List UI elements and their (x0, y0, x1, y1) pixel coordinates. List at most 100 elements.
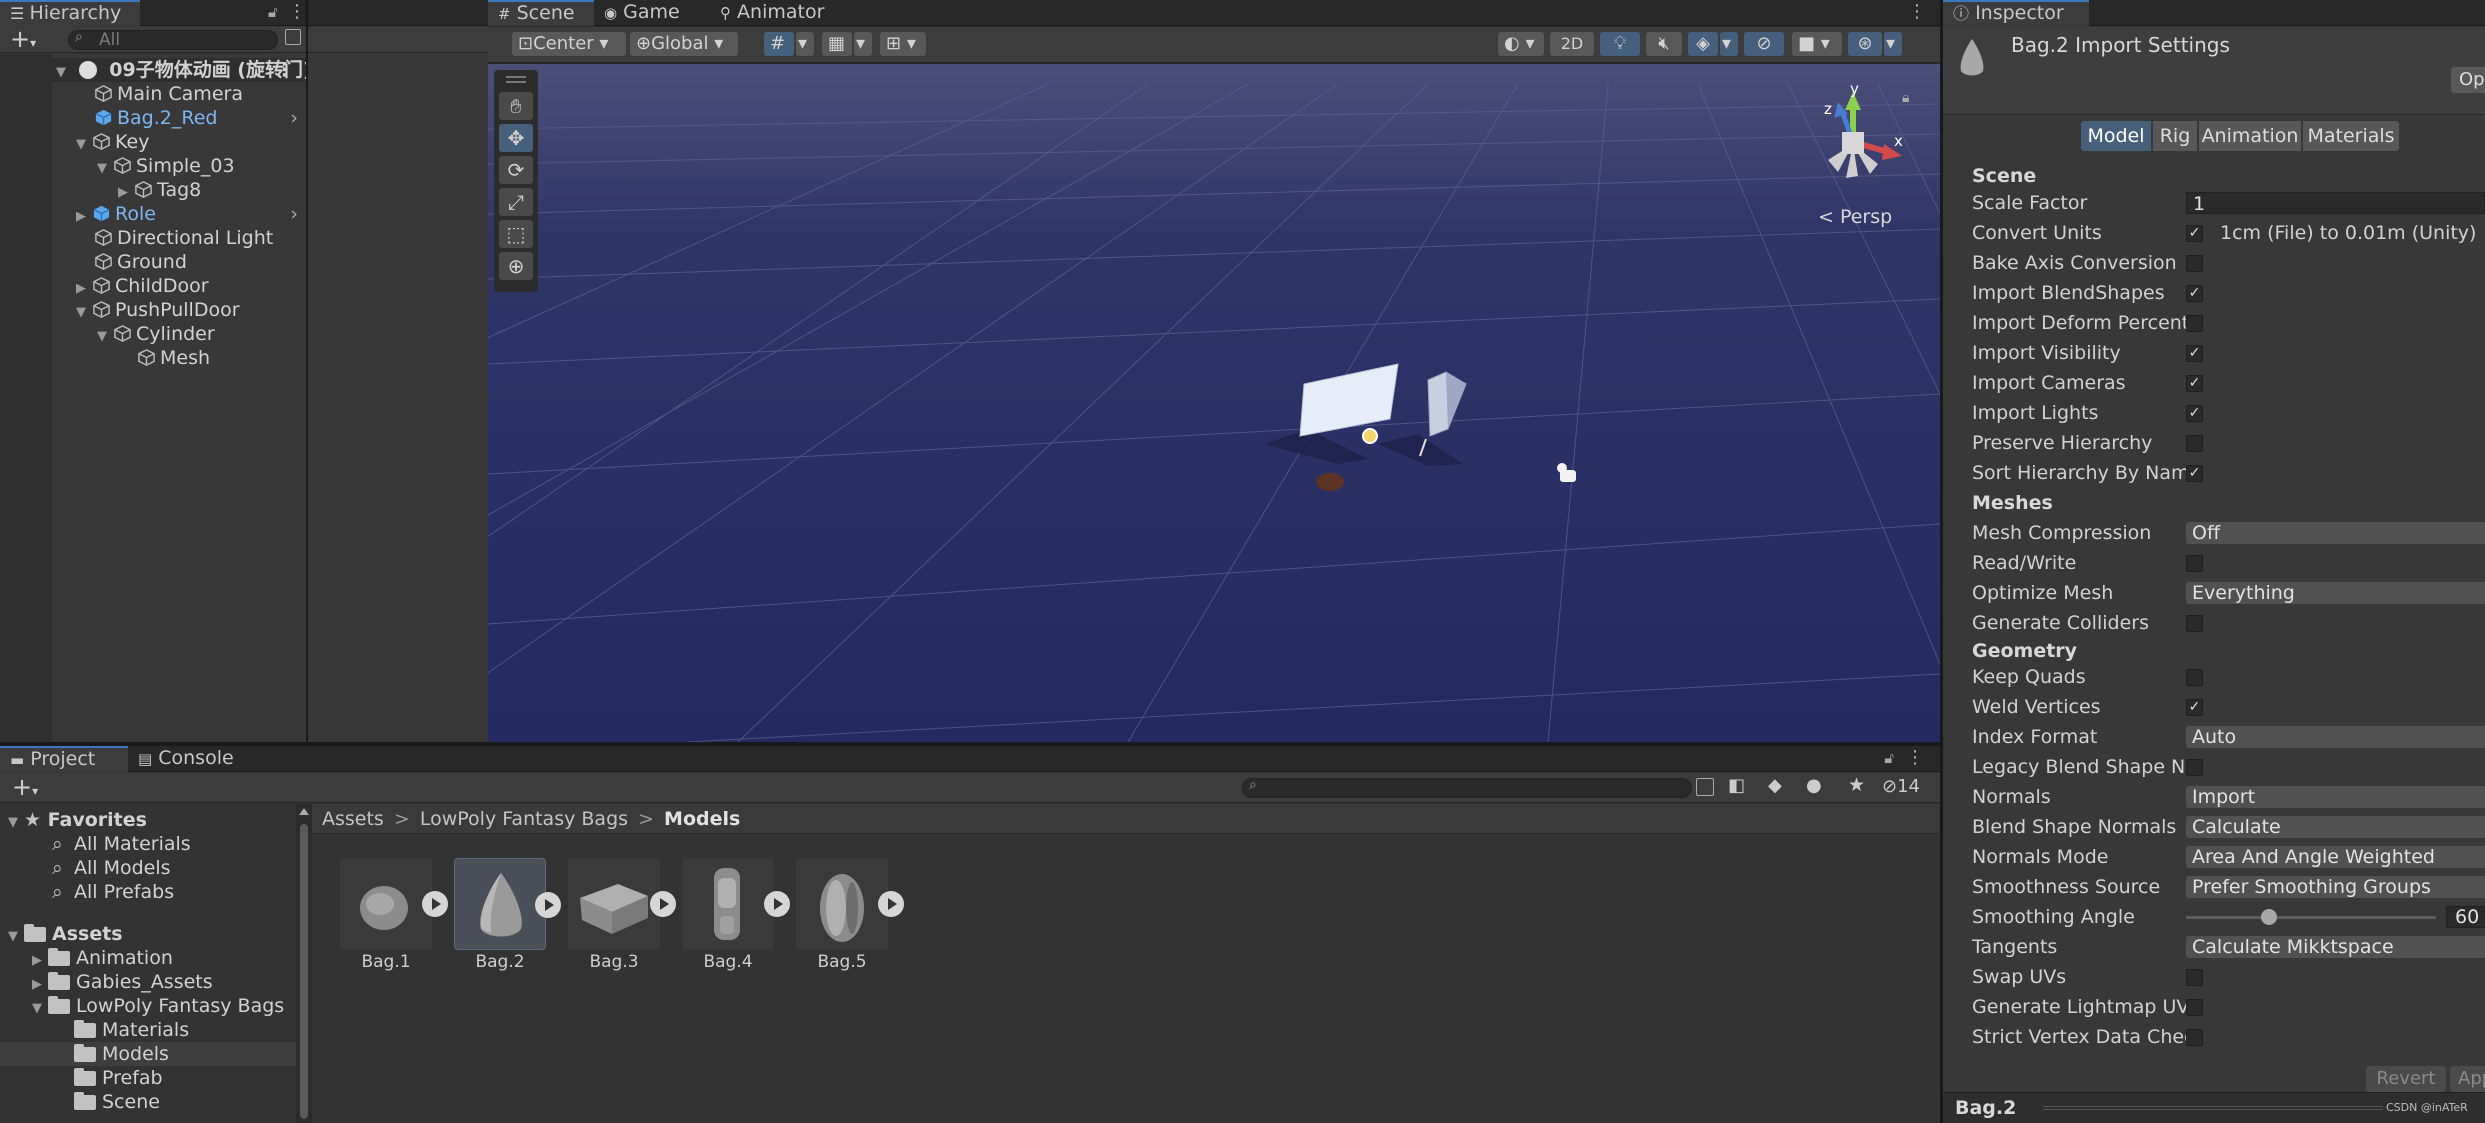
tab-hierarchy[interactable]: ☰ Hierarchy (0, 0, 140, 26)
subtab-animation[interactable]: Animation (2199, 121, 2301, 151)
tab-inspector[interactable]: ⓘ Inspector (1943, 0, 2089, 26)
keep-quads-checkbox[interactable] (2186, 669, 2203, 686)
folder-tree-scrollbar[interactable] (296, 804, 312, 1123)
folder-gabies-assets[interactable]: ▶ Gabies_Assets (0, 970, 296, 994)
hierarchy-item-ground[interactable]: Ground (0, 250, 306, 274)
scene-root-row[interactable]: ▼ 09子物体动画 (旋转门)* ⋮ (0, 58, 322, 82)
hand-tool-button[interactable]: ✋︎ (499, 92, 533, 120)
grid-snap-dropdown[interactable]: ▾ (796, 32, 814, 56)
folder-animation[interactable]: ▶ Animation (0, 946, 296, 970)
folder-materials[interactable]: Materials (0, 1018, 296, 1042)
favorites-item-all-models[interactable]: ⌕ All Models (0, 856, 296, 880)
bag-object[interactable] (1316, 473, 1344, 491)
tangents-dropdown[interactable]: Calculate Mikktspace (2186, 936, 2485, 958)
grid-visibility-button[interactable]: ▦ (822, 32, 852, 56)
apply-button[interactable]: App (2450, 1066, 2485, 1092)
create-dropdown-button[interactable]: +▾ (10, 25, 36, 53)
hierarchy-item-tag8[interactable]: ▶ Tag8 (0, 178, 306, 202)
filter-label-icon[interactable]: ◆ (1768, 775, 1782, 796)
import-cameras-checkbox[interactable]: ✓ (2186, 375, 2203, 392)
preserve-hierarchy-checkbox[interactable] (2186, 435, 2203, 452)
search-options-icon[interactable] (1696, 778, 1714, 796)
increment-snap-button[interactable]: ⊞ ▾ (880, 32, 926, 56)
breadcrumb-models[interactable]: Models (664, 808, 740, 830)
grid-visibility-dropdown[interactable]: ▾ (854, 32, 872, 56)
import-blendshapes-checkbox[interactable]: ✓ (2186, 285, 2203, 302)
rotate-tool-button[interactable]: ⟳ (499, 156, 533, 184)
hierarchy-item-bag2-red[interactable]: Bag.2_Red › (0, 106, 306, 130)
smoothing-angle-slider-track[interactable] (2186, 916, 2436, 919)
import-visibility-checkbox[interactable]: ✓ (2186, 345, 2203, 362)
scene-viewport[interactable]: ✋︎ ✥ ⟳ ⤢ ⬚ ⊕ y x z 🔒︎ < Persp (488, 64, 1940, 742)
pivot-center-dropdown[interactable]: ⊡Center ▾ (512, 32, 626, 56)
tab-console[interactable]: ▤ Console (128, 746, 268, 772)
hierarchy-item-cylinder[interactable]: ▼ Cylinder (0, 322, 306, 346)
chevron-right-icon[interactable]: › (290, 202, 298, 226)
space-global-dropdown[interactable]: ⊕Global ▾ (630, 32, 738, 56)
2d-toggle-button[interactable]: 2D (1550, 32, 1594, 56)
swap-uvs-checkbox[interactable] (2186, 969, 2203, 986)
breadcrumb-lowpoly[interactable]: LowPoly Fantasy Bags (420, 808, 628, 830)
scale-tool-button[interactable]: ⤢ (499, 188, 533, 216)
subtab-materials[interactable]: Materials (2303, 121, 2399, 151)
search-options-icon[interactable] (285, 29, 301, 45)
asset-bag2[interactable] (454, 858, 561, 950)
favorites-item-all-materials[interactable]: ⌕ All Materials (0, 832, 296, 856)
gizmos-toggle-button[interactable]: ⊛ (1848, 32, 1882, 56)
hierarchy-item-pushpulldoor[interactable]: ▼ PushPullDoor (0, 298, 306, 322)
subtab-rig[interactable]: Rig (2153, 121, 2197, 151)
effects-toggle-button[interactable]: ◈ (1688, 32, 1718, 56)
smoothing-angle-input[interactable]: 60 (2446, 906, 2485, 928)
favorite-star-icon[interactable]: ★ (1848, 774, 1865, 796)
tab-project[interactable]: ▬ Project (0, 746, 128, 772)
chevron-right-icon[interactable]: › (290, 106, 298, 130)
kebab-menu-icon[interactable]: ⋮ (288, 1, 306, 22)
light-gizmo-icon[interactable] (1362, 428, 1378, 444)
panel-divider[interactable] (0, 742, 1940, 746)
legacy-blend-checkbox[interactable] (2186, 759, 2203, 776)
hierarchy-item-main-camera[interactable]: Main Camera (0, 82, 306, 106)
tab-scene[interactable]: # Scene (488, 0, 594, 26)
sort-hierarchy-checkbox[interactable]: ✓ (2186, 465, 2203, 482)
project-search-input[interactable]: ⌕ (1242, 777, 1692, 798)
shading-mode-dropdown[interactable]: ◐ ▾ (1498, 32, 1544, 56)
strict-vertex-checkbox[interactable] (2186, 1029, 2203, 1046)
scale-factor-input[interactable]: 1 (2186, 192, 2485, 215)
expand-asset-button[interactable] (878, 891, 904, 917)
kebab-menu-icon[interactable]: ⋮ (1906, 747, 1924, 768)
convert-units-checkbox[interactable]: ✓ (2186, 225, 2203, 242)
lock-icon[interactable]: 🔓︎ (268, 3, 278, 21)
kebab-menu-icon[interactable]: ⋮ (1908, 1, 1926, 22)
move-tool-button[interactable]: ✥ (499, 124, 533, 152)
subtab-model[interactable]: Model (2081, 121, 2151, 151)
rect-tool-button[interactable]: ⬚ (499, 220, 533, 248)
expand-asset-button[interactable] (650, 891, 676, 917)
normals-mode-dropdown[interactable]: Area And Angle Weighted (2186, 846, 2485, 868)
create-dropdown-button[interactable]: +▾ (12, 773, 38, 801)
asset-bag1[interactable] (340, 858, 448, 950)
hierarchy-item-key[interactable]: ▼ Key (0, 130, 306, 154)
hidden-objects-toggle[interactable]: ⊘ (1744, 32, 1784, 56)
folder-scene[interactable]: Scene (0, 1090, 296, 1114)
kebab-menu-icon[interactable]: ⋮ (275, 58, 294, 82)
grid-snap-button[interactable]: # (764, 32, 794, 56)
index-format-dropdown[interactable]: Auto (2186, 726, 2485, 748)
asset-bag4[interactable] (682, 858, 790, 950)
lock-icon[interactable]: 🔓︎ (1884, 749, 1894, 767)
assets-header[interactable]: ▼ Assets (0, 922, 296, 946)
import-lights-checkbox[interactable]: ✓ (2186, 405, 2203, 422)
tab-animator[interactable]: ⚲ Animator (710, 0, 840, 26)
asset-bag5[interactable] (796, 858, 904, 950)
normals-dropdown[interactable]: Import (2186, 786, 2485, 808)
lock-icon[interactable]: 🔒︎ (1902, 90, 1909, 106)
transform-tool-button[interactable]: ⊕ (499, 252, 533, 280)
lightmap-uvs-checkbox[interactable] (2186, 999, 2203, 1016)
weld-vertices-checkbox[interactable]: ✓ (2186, 699, 2203, 716)
hierarchy-item-directional-light[interactable]: Directional Light (0, 226, 306, 250)
favorites-item-all-prefabs[interactable]: ⌕ All Prefabs (0, 880, 296, 904)
mesh-compression-dropdown[interactable]: Off (2186, 522, 2485, 544)
hidden-packages-toggle[interactable]: ⊘14 (1882, 776, 1920, 797)
hierarchy-item-role[interactable]: ▶ Role › (0, 202, 306, 226)
smoothing-angle-slider-thumb[interactable] (2260, 909, 2277, 925)
open-button[interactable]: Op (2451, 67, 2485, 93)
